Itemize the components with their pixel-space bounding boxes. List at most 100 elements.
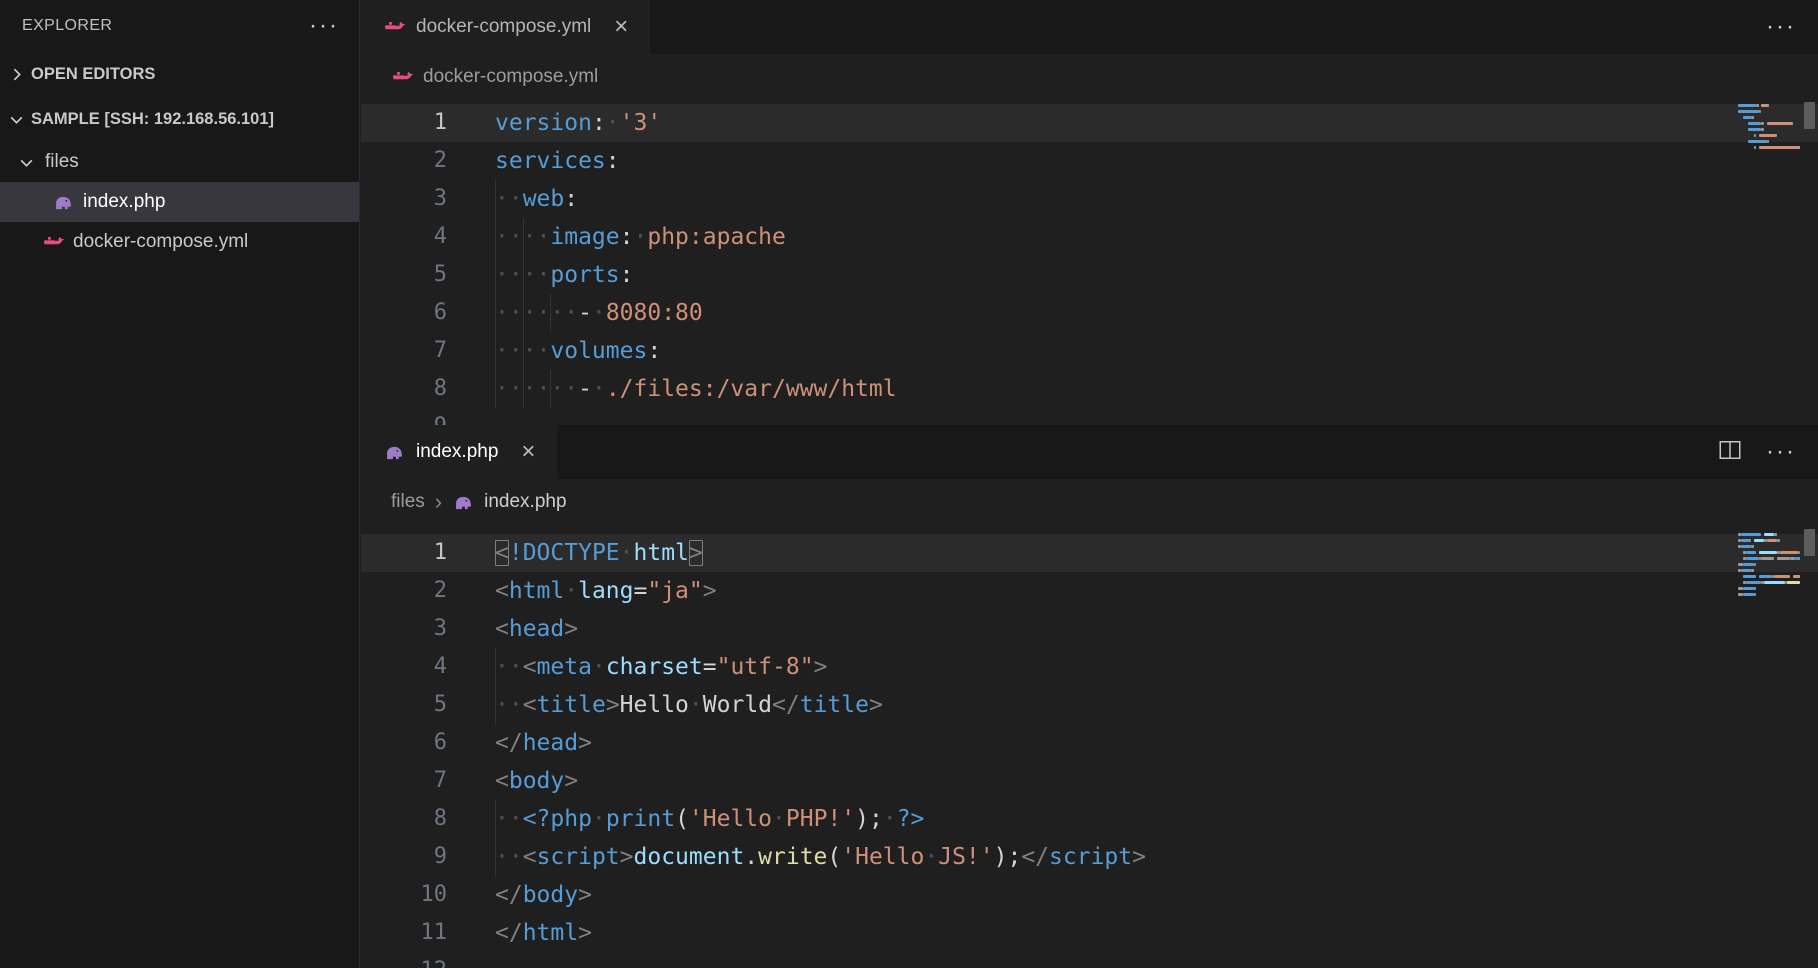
code-line-9[interactable]: 9 [361,408,1818,425]
code-line-2[interactable]: 2services: [361,142,1818,180]
scrollbar-thumb[interactable] [1804,529,1815,556]
editor-group-docker-compose: docker-compose.yml × ··· docker-compose.… [361,0,1818,425]
code-line-7[interactable]: 7····volumes: [361,332,1818,370]
minimap-line [1738,150,1800,156]
docker-icon [42,232,64,253]
section-sample-ssh[interactable]: SAMPLE [SSH: 192.168.56.101] [0,97,359,142]
code-line-8[interactable]: 8··<?php·print('Hello·PHP!');·?> [361,800,1818,838]
breadcrumb-item[interactable]: index.php [484,491,566,513]
code-line-5[interactable]: 5····ports: [361,256,1818,294]
minimap[interactable] [1738,531,1800,603]
tab-bar: docker-compose.yml × ··· [361,0,1818,54]
section-label: OPEN EDITORS [31,65,155,84]
split-editor-icon[interactable] [1718,438,1742,467]
line-number: 7 [361,762,461,800]
code-line-4[interactable]: 4····image:·php:apache [361,218,1818,256]
tab-index-php[interactable]: index.php × [361,425,557,479]
line-number: 9 [361,408,461,425]
indent-guide [495,838,496,876]
tree-item-docker-compose-yml[interactable]: docker-compose.yml [0,222,359,262]
breadcrumb-item[interactable]: files [391,491,425,513]
code-line-4[interactable]: 4··<meta·charset="utf-8"> [361,648,1818,686]
line-number: 9 [361,838,461,876]
tab-label: index.php [416,441,498,463]
line-number: 4 [361,218,461,256]
more-actions-icon[interactable]: ··· [1766,15,1796,39]
line-number: 6 [361,294,461,332]
line-content: version:·'3' [461,104,661,142]
scrollbar-thumb[interactable] [1804,102,1815,129]
line-content: ··<?php·print('Hello·PHP!');·?> [461,800,924,838]
minimap[interactable] [1738,102,1800,156]
section-open-editors[interactable]: OPEN EDITORS [0,52,359,97]
line-content: </head> [461,724,592,762]
code-line-8[interactable]: 8······-·./files:/var/www/html [361,370,1818,408]
code-line-9[interactable]: 9··<script>document.write('Hello·JS!');<… [361,838,1818,876]
line-number: 5 [361,686,461,724]
tree-item-index-php[interactable]: index.php [0,182,359,222]
line-content: </html> [461,914,592,952]
code-line-1[interactable]: 1version:·'3' [361,104,1818,142]
line-content [461,408,495,425]
code-editor-index-php[interactable]: 1<!DOCTYPE·html>2<html·lang="ja">3<head>… [361,525,1818,968]
tab-docker-compose-yml[interactable]: docker-compose.yml × [361,0,650,54]
breadcrumb-item[interactable]: docker-compose.yml [423,66,598,88]
indent-guide [495,332,496,370]
code-line-5[interactable]: 5··<title>Hello·World</title> [361,686,1818,724]
line-number: 5 [361,256,461,294]
indent-guide [550,294,551,332]
minimap-line [1738,597,1800,603]
tree-item-label: index.php [83,191,165,213]
code-line-6[interactable]: 6······-·8080:80 [361,294,1818,332]
line-number: 1 [361,104,461,142]
indent-guide [495,256,496,294]
code-editor-docker-compose[interactable]: 1version:·'3'2services:3··web:4····image… [361,100,1818,425]
php-icon [52,192,74,213]
breadcrumb: files › index.php [361,479,1818,525]
breadcrumb: docker-compose.yml [361,54,1818,100]
tree-item-files[interactable]: files [0,142,359,182]
line-content: ····volumes: [461,332,661,370]
code-line-10[interactable]: 10</body> [361,876,1818,914]
code-line-3[interactable]: 3<head> [361,610,1818,648]
php-icon [383,442,405,463]
line-content: <html·lang="ja"> [461,572,717,610]
more-actions-icon[interactable]: ··· [1766,440,1796,464]
explorer-sidebar: EXPLORER ··· OPEN EDITORS SAMPLE [SSH: 1… [0,0,360,968]
line-content: ····image:·php:apache [461,218,786,256]
editor-actions: ··· [1718,425,1796,479]
close-icon[interactable]: × [614,15,628,39]
chevron-right-icon [6,66,26,83]
line-content: services: [461,142,620,180]
line-content: ······-·./files:/var/www/html [461,370,897,408]
line-content: ··<script>document.write('Hello·JS!');</… [461,838,1146,876]
line-number: 2 [361,572,461,610]
code-line-6[interactable]: 6</head> [361,724,1818,762]
line-number: 10 [361,876,461,914]
code-line-12[interactable]: 12 [361,952,1818,968]
code-line-1[interactable]: 1<!DOCTYPE·html> [361,534,1818,572]
docker-icon [383,17,405,38]
line-number: 7 [361,332,461,370]
code-line-11[interactable]: 11</html> [361,914,1818,952]
sidebar-header: EXPLORER ··· [0,0,359,52]
line-number: 12 [361,952,461,968]
line-number: 4 [361,648,461,686]
code-line-2[interactable]: 2<html·lang="ja"> [361,572,1818,610]
code-line-3[interactable]: 3··web: [361,180,1818,218]
indent-guide [550,370,551,408]
close-icon[interactable]: × [521,440,535,464]
indent-guide [495,218,496,256]
line-content: <head> [461,610,578,648]
line-content: <body> [461,762,578,800]
code-line-7[interactable]: 7<body> [361,762,1818,800]
docker-icon [391,67,413,88]
line-number: 8 [361,370,461,408]
sidebar-more-icon[interactable]: ··· [309,14,339,38]
tab-label: docker-compose.yml [416,16,591,38]
file-tree: files index.php docker-compose.yml [0,142,359,262]
editor-group-index-php: index.php × ··· files › index.php 1<!DOC… [361,425,1818,968]
indent-guide [523,256,524,294]
chevron-down-icon [6,111,26,128]
line-number: 11 [361,914,461,952]
